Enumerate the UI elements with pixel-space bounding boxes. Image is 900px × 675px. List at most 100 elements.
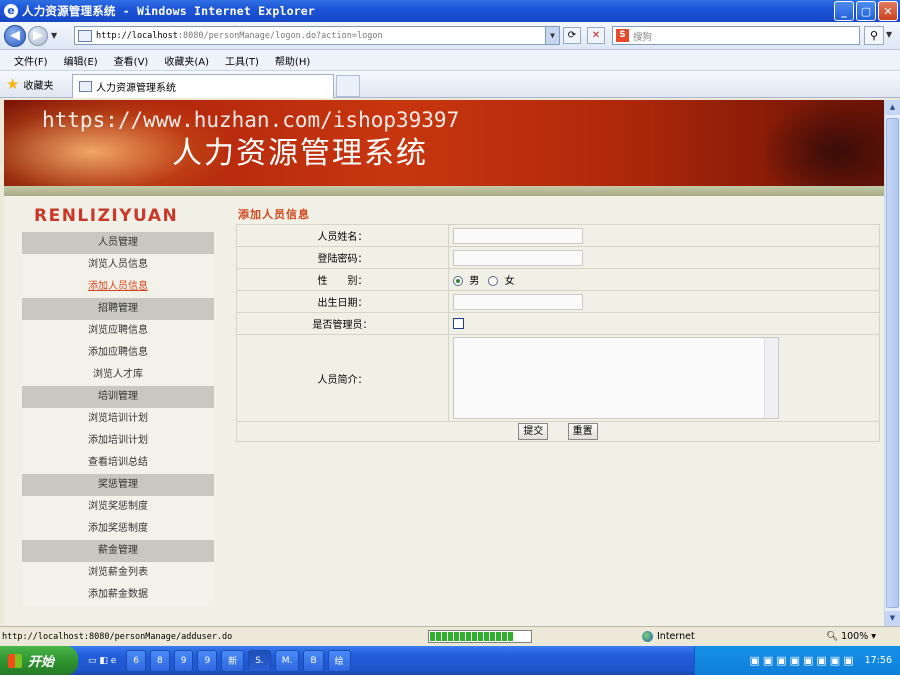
sidebar-item[interactable]: 添加薪金数据 bbox=[22, 584, 214, 606]
forward-button[interactable]: ▶ bbox=[28, 25, 48, 46]
sidebar-item[interactable]: 查看培训总结 bbox=[22, 452, 214, 474]
task-3[interactable]: 9 bbox=[173, 649, 194, 672]
scroll-thumb[interactable] bbox=[886, 118, 899, 608]
task-7[interactable]: M. bbox=[274, 649, 300, 672]
page-content: 人力资源管理系统 https://www.huzhan.com/ishop393… bbox=[4, 100, 884, 626]
status-url: http://localhost:8080/personManage/addus… bbox=[2, 631, 233, 642]
security-zone: Internet bbox=[642, 631, 695, 642]
history-dropdown-icon[interactable]: ▼ bbox=[51, 31, 57, 40]
menu-view[interactable]: 查看(V) bbox=[114, 53, 149, 68]
address-bar[interactable]: http://localhost:8080/personManage/logon… bbox=[74, 26, 560, 45]
sidebar-logo: RENLIZIYUAN bbox=[34, 206, 179, 226]
menu-edit[interactable]: 编辑(E) bbox=[64, 53, 98, 68]
main-panel: 添加人员信息 人员姓名： 登陆密码： 性 别： 男 女 出生日期： 是否管理员：… bbox=[234, 196, 884, 626]
page-scrollbar[interactable]: ▲ ▼ bbox=[884, 100, 900, 626]
task-2[interactable]: 8 bbox=[150, 649, 170, 672]
intro-textarea[interactable] bbox=[453, 337, 779, 419]
loading-progress bbox=[428, 630, 532, 643]
refresh-icon[interactable]: ⟳ bbox=[563, 27, 581, 44]
start-button[interactable]: 开始 bbox=[0, 646, 78, 675]
new-tab-button[interactable] bbox=[336, 75, 360, 97]
submit-button[interactable]: 提交 bbox=[518, 423, 549, 440]
sidebar-item[interactable]: 浏览应聘信息 bbox=[22, 320, 214, 342]
sidebar-item[interactable]: 浏览奖惩制度 bbox=[22, 496, 214, 518]
sidebar-item[interactable]: 浏览薪金列表 bbox=[22, 562, 214, 584]
page-title: 添加人员信息 bbox=[238, 208, 310, 221]
task-6[interactable]: S. bbox=[248, 649, 271, 672]
admin-label: 是否管理员： bbox=[236, 312, 449, 335]
back-button[interactable]: ◀ bbox=[4, 24, 26, 47]
sidebar-item[interactable]: 浏览培训计划 bbox=[22, 408, 214, 430]
gender-female-label: 女 bbox=[504, 276, 515, 287]
banner-graphic-right bbox=[764, 100, 884, 186]
favorites-label: 收藏夹 bbox=[23, 80, 54, 92]
system-tray: ▣▣▣▣▣▣▣▣ 17:56 bbox=[694, 646, 900, 675]
address-path: :8080/personManage/logon.do?action=logon bbox=[177, 30, 383, 41]
gender-cell: 男 女 bbox=[448, 268, 880, 291]
password-label: 登陆密码： bbox=[236, 246, 449, 269]
scroll-up-icon[interactable]: ▲ bbox=[885, 100, 900, 115]
admin-cell bbox=[448, 312, 880, 335]
task-9[interactable]: 绘 bbox=[327, 649, 351, 672]
zoom-icon: 🔍︎ bbox=[826, 631, 839, 642]
gender-male-radio[interactable] bbox=[453, 276, 463, 286]
sidebar-item[interactable]: 浏览人才库 bbox=[22, 364, 214, 386]
sidebar-group-header: 薪金管理 bbox=[22, 540, 214, 562]
password-cell bbox=[448, 246, 880, 269]
scroll-down-icon[interactable]: ▼ bbox=[885, 611, 900, 626]
search-input[interactable]: S 搜狗 bbox=[612, 26, 860, 45]
gender-label: 性 别： bbox=[236, 268, 449, 291]
address-dropdown-icon[interactable]: ▼ bbox=[545, 27, 559, 44]
quicklaunch-area[interactable]: ▭ ◧ e bbox=[82, 650, 122, 672]
zoom-control[interactable]: 🔍︎ 100% ▾ bbox=[826, 631, 876, 642]
menu-favorites[interactable]: 收藏夹(A) bbox=[164, 53, 209, 68]
name-label: 人员姓名： bbox=[236, 224, 449, 247]
button-row: 提交 重置 bbox=[236, 421, 880, 442]
zone-label: Internet bbox=[657, 631, 695, 642]
sidebar-item[interactable]: 添加人员信息 bbox=[22, 276, 214, 298]
sidebar-group-header: 招聘管理 bbox=[22, 298, 214, 320]
window-controls: _ ▢ ✕ bbox=[834, 1, 898, 21]
page-icon bbox=[79, 81, 92, 92]
maximize-button[interactable]: ▢ bbox=[856, 1, 876, 21]
menu-help[interactable]: 帮助(H) bbox=[275, 53, 310, 68]
search-dropdown-icon[interactable]: ▼ bbox=[886, 30, 892, 39]
sidebar-menu: 人员管理 浏览人员信息 添加人员信息 招聘管理 浏览应聘信息 添加应聘信息 浏览人才库 培训管… bbox=[22, 232, 214, 606]
birth-date-field[interactable] bbox=[453, 293, 583, 310]
browser-tab[interactable]: 人力资源管理系统 bbox=[72, 74, 334, 98]
password-field[interactable] bbox=[453, 249, 583, 266]
address-host: http://localhost bbox=[96, 30, 178, 41]
name-field[interactable] bbox=[453, 227, 583, 244]
menu-file[interactable]: 文件(F) bbox=[14, 53, 48, 68]
admin-checkbox[interactable] bbox=[453, 317, 464, 329]
sidebar-item[interactable]: 添加应聘信息 bbox=[22, 342, 214, 364]
intro-cell bbox=[448, 334, 880, 422]
banner-divider bbox=[4, 186, 884, 196]
reset-button[interactable]: 重置 bbox=[567, 423, 598, 440]
textarea-scrollbar[interactable] bbox=[764, 338, 778, 418]
task-4[interactable]: 9 bbox=[197, 649, 218, 672]
clock: 17:56 bbox=[864, 655, 892, 666]
menu-tools[interactable]: 工具(T) bbox=[225, 53, 259, 68]
task-1[interactable]: 6 bbox=[126, 649, 146, 672]
tray-icons[interactable]: ▣▣▣▣▣▣▣▣ bbox=[749, 654, 856, 667]
sidebar-item[interactable]: 浏览人员信息 bbox=[22, 254, 214, 276]
task-5[interactable]: 新 bbox=[221, 649, 245, 672]
intro-label: 人员简介： bbox=[236, 334, 449, 422]
menu-bar: 文件(F) 编辑(E) 查看(V) 收藏夹(A) 工具(T) 帮助(H) bbox=[0, 50, 900, 71]
birth-cell bbox=[448, 290, 880, 313]
minimize-button[interactable]: _ bbox=[834, 1, 854, 21]
birth-label: 出生日期： bbox=[236, 290, 449, 313]
favorites-button[interactable]: ★ 收藏夹 bbox=[6, 75, 53, 93]
star-icon: ★ bbox=[6, 75, 20, 93]
gender-female-radio[interactable] bbox=[488, 276, 499, 286]
search-icon[interactable]: ⚲ bbox=[864, 26, 884, 45]
task-8[interactable]: B bbox=[303, 649, 324, 672]
stop-icon[interactable]: ✕ bbox=[587, 27, 605, 44]
status-bar: http://localhost:8080/personManage/addus… bbox=[0, 626, 900, 646]
sidebar-item[interactable]: 添加奖惩制度 bbox=[22, 518, 214, 540]
page-icon bbox=[78, 29, 92, 42]
window-title: 人力资源管理系统 - Windows Internet Explorer bbox=[22, 4, 316, 18]
sidebar-item[interactable]: 添加培训计划 bbox=[22, 430, 214, 452]
close-button[interactable]: ✕ bbox=[878, 1, 898, 21]
